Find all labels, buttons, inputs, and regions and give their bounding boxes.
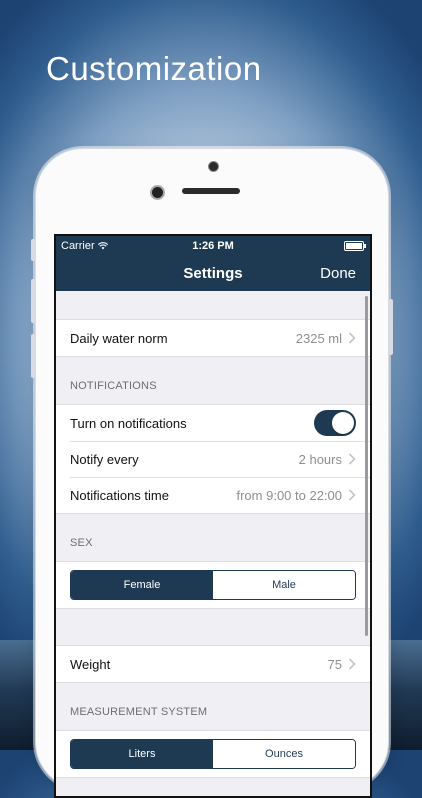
measurement-segmented-control: Liters Ounces — [70, 739, 356, 769]
status-time: 1:26 PM — [192, 240, 234, 252]
done-button[interactable]: Done — [320, 265, 356, 282]
notify-every-row[interactable]: Notify every 2 hours — [56, 441, 370, 477]
status-bar: Carrier 1:26 PM — [56, 236, 370, 254]
weight-value: 75 — [327, 656, 342, 672]
weight-label: Weight — [70, 656, 111, 672]
notify-every-value: 2 hours — [298, 451, 342, 467]
sex-group: Female Male — [56, 561, 370, 609]
sex-option-female[interactable]: Female — [71, 571, 213, 599]
weight-spacer — [56, 609, 370, 645]
earpiece-speaker — [182, 188, 240, 194]
toggle-knob — [332, 412, 354, 434]
notifications-toggle[interactable] — [314, 410, 356, 436]
measurement-control-row: Liters Ounces — [56, 731, 370, 777]
water-group: Daily water norm 2325 ml — [56, 319, 370, 357]
chevron-right-icon — [348, 658, 356, 670]
turn-on-notifications-label: Turn on notifications — [70, 415, 187, 431]
measurement-group: Liters Ounces — [56, 730, 370, 778]
settings-list[interactable]: Daily water norm 2325 ml NOTIFICATIONS T… — [56, 291, 370, 778]
sex-control-row: Female Male — [56, 562, 370, 608]
notifications-time-row[interactable]: Notifications time from 9:00 to 22:00 — [56, 477, 370, 513]
notifications-header: NOTIFICATIONS — [70, 380, 157, 392]
chevron-right-icon — [348, 332, 356, 344]
sex-segmented-control: Female Male — [70, 570, 356, 600]
phone-frame: Carrier 1:26 PM Settings Done Daily wate… — [31, 148, 393, 798]
app-screen: Carrier 1:26 PM Settings Done Daily wate… — [54, 234, 372, 798]
measurement-header: MEASUREMENT SYSTEM — [70, 706, 208, 718]
notifications-time-value: from 9:00 to 22:00 — [236, 487, 342, 503]
power-button — [389, 299, 393, 355]
daily-water-norm-label: Daily water norm — [70, 330, 168, 346]
weight-group: Weight 75 — [56, 645, 370, 683]
sex-option-male[interactable]: Male — [213, 571, 355, 599]
volume-down-button — [31, 334, 35, 378]
measurement-option-liters[interactable]: Liters — [71, 740, 213, 768]
daily-water-norm-value: 2325 ml — [295, 330, 342, 346]
scrollbar[interactable] — [365, 296, 368, 636]
notify-every-label: Notify every — [70, 451, 139, 467]
battery-icon — [344, 241, 366, 251]
daily-water-norm-row[interactable]: Daily water norm 2325 ml — [56, 320, 370, 356]
chevron-right-icon — [348, 453, 356, 465]
promo-headline: Customization — [46, 50, 262, 87]
volume-up-button — [31, 279, 35, 323]
notifications-time-label: Notifications time — [70, 487, 169, 503]
navigation-bar: Carrier 1:26 PM Settings Done — [56, 236, 370, 291]
front-camera — [150, 185, 165, 200]
turn-on-notifications-row: Turn on notifications — [56, 405, 370, 441]
weight-row[interactable]: Weight 75 — [56, 646, 370, 682]
measurement-option-ounces[interactable]: Ounces — [213, 740, 355, 768]
top-spacer — [56, 291, 370, 319]
notifications-group: Turn on notifications Notify every 2 hou… — [56, 404, 370, 514]
chevron-right-icon — [348, 489, 356, 501]
sensor-dot — [208, 161, 219, 172]
mute-switch — [31, 239, 35, 261]
sex-header: SEX — [70, 537, 93, 549]
